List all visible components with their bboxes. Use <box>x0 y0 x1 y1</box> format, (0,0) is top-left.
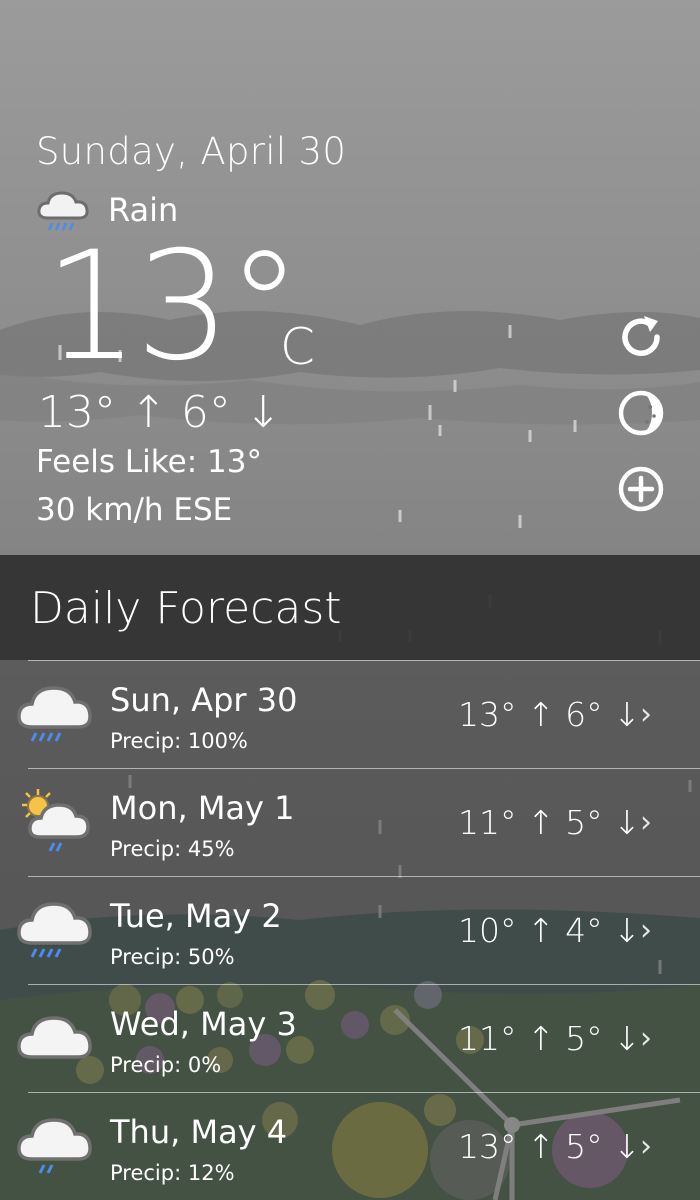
forecast-temps: 13° ↑ 6° ↓ <box>458 695 641 734</box>
high-low-temperature: 13° ↑ 6° ↓ <box>38 387 282 438</box>
chevron-right-icon: › <box>640 1021 652 1056</box>
forecast-day-row[interactable]: Wed, May 3 Precip: 0% 11° ↑ 5° ↓ › <box>17 984 700 1092</box>
forecast-precip: Precip: 50% <box>110 945 235 969</box>
forecast-day-row[interactable]: Sun, Apr 30 Precip: 100% 13° ↑ 6° ↓ › <box>17 660 700 768</box>
forecast-day-row[interactable]: Thu, May 4 Precip: 12% 13° ↑ 5° ↓ › <box>17 1092 700 1200</box>
forecast-day-name: Sun, Apr 30 <box>110 681 298 719</box>
forecast-precip: Precip: 0% <box>110 1053 222 1077</box>
heavy-rain-icon <box>17 902 92 958</box>
forecast-precip: Precip: 100% <box>110 729 248 753</box>
current-conditions: Sunday, April 30 Rain 13° C 13° ↑ 6° ↓ F… <box>0 0 700 555</box>
cloud-icon <box>17 1016 92 1059</box>
light-rain-icon <box>17 1118 92 1174</box>
moon-phase-button[interactable] <box>614 386 668 440</box>
forecast-day-name: Tue, May 2 <box>110 897 282 935</box>
forecast-title: Daily Forecast <box>30 583 342 634</box>
forecast-precip: Precip: 45% <box>110 837 235 861</box>
forecast-precip: Precip: 12% <box>110 1161 235 1185</box>
chevron-right-icon: › <box>640 805 652 840</box>
chevron-right-icon: › <box>640 1129 652 1164</box>
forecast-temps: 10° ↑ 4° ↓ <box>458 911 641 950</box>
moon-phase-icon <box>618 390 664 436</box>
feels-like: Feels Like: 13° <box>36 444 262 480</box>
wind-speed: 30 km/h ESE <box>36 492 233 528</box>
add-location-icon <box>618 466 664 512</box>
chevron-right-icon: › <box>640 697 652 732</box>
add-location-button[interactable] <box>614 462 668 516</box>
forecast-day-row[interactable]: Mon, May 1 Precip: 45% 11° ↑ 5° ↓ › <box>22 768 700 876</box>
forecast-temps: 11° ↑ 5° ↓ <box>458 1019 641 1058</box>
sun-cloud-rain-icon <box>22 789 90 852</box>
forecast-day-name: Mon, May 1 <box>110 789 295 827</box>
refresh-icon <box>622 316 660 356</box>
temperature-unit-toggle[interactable]: C <box>280 318 315 376</box>
current-temperature: 13° <box>44 220 302 394</box>
forecast-list: Sun, Apr 30 Precip: 100% 13° ↑ 6° ↓ › Mo… <box>0 660 700 1200</box>
heavy-rain-icon <box>17 686 92 742</box>
forecast-temps: 13° ↑ 5° ↓ <box>458 1127 641 1166</box>
refresh-button[interactable] <box>614 310 668 364</box>
chevron-right-icon: › <box>640 913 652 948</box>
current-date: Sunday, April 30 <box>36 130 347 173</box>
forecast-temps: 11° ↑ 5° ↓ <box>458 803 641 842</box>
forecast-day-row[interactable]: Tue, May 2 Precip: 50% 10° ↑ 4° ↓ › <box>17 876 700 984</box>
forecast-day-name: Wed, May 3 <box>110 1005 297 1043</box>
forecast-day-name: Thu, May 4 <box>110 1113 288 1151</box>
